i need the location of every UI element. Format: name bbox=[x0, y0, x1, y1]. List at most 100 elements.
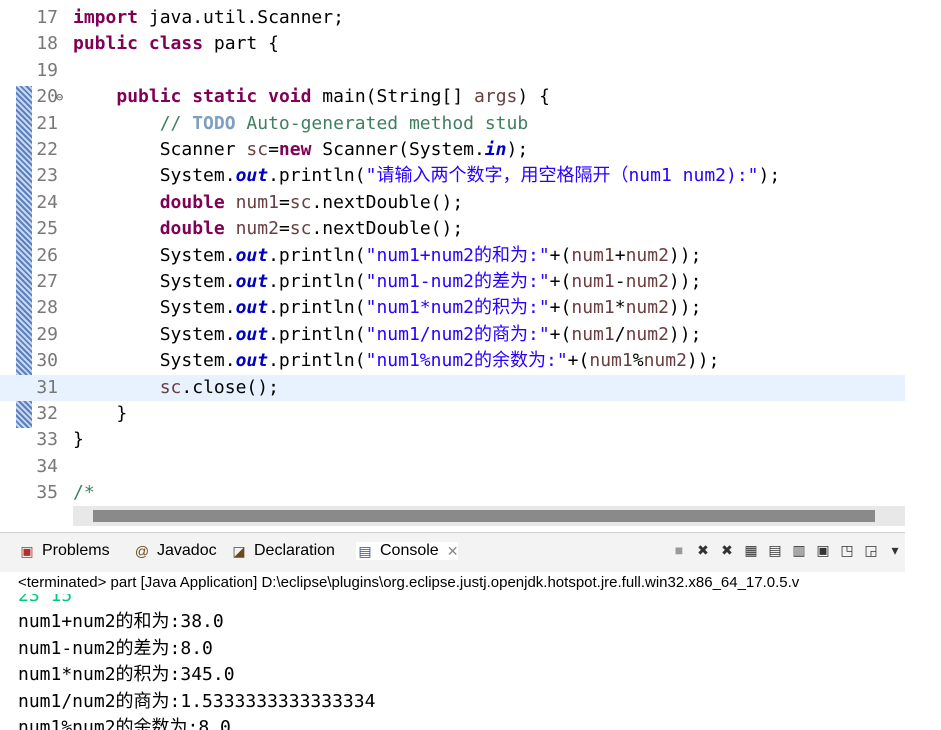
code-line[interactable]: 17 import java.util.Scanner; bbox=[0, 5, 905, 31]
code-line[interactable]: 35 /* bbox=[0, 480, 905, 506]
code-token: * bbox=[614, 297, 626, 319]
code-text[interactable]: sc.close(); bbox=[73, 375, 279, 401]
code-text[interactable]: System.out.println("num1/num2的商为:"+(num1… bbox=[73, 322, 702, 348]
tab-declaration[interactable]: ◪ Declaration bbox=[230, 542, 335, 560]
code-text[interactable]: public static void main(String[] args) { bbox=[73, 84, 550, 110]
code-line[interactable]: 18 public class part { bbox=[0, 31, 905, 57]
code-token: in bbox=[484, 139, 507, 160]
code-token: num1 bbox=[589, 350, 633, 372]
remove-all-terminated-icon[interactable]: ✖ bbox=[717, 539, 737, 561]
code-token: % bbox=[632, 350, 644, 372]
code-editor[interactable]: 17 import java.util.Scanner; 18 public clas… bbox=[0, 0, 905, 532]
code-text[interactable]: } bbox=[73, 427, 84, 453]
line-number: 35 bbox=[36, 482, 58, 504]
code-token: System. bbox=[73, 323, 236, 345]
code-line[interactable]: 32 } bbox=[0, 401, 905, 427]
console-output-line: num1+num2的和为:38.0 bbox=[18, 611, 224, 633]
code-token: "num1-num2的差为:" bbox=[365, 271, 550, 292]
code-text[interactable]: } bbox=[73, 401, 127, 427]
remove-launch-icon[interactable]: ✖ bbox=[693, 539, 713, 561]
code-line[interactable]: 25 double num2=sc.nextDouble(); bbox=[0, 216, 905, 242]
line-number: 27 bbox=[36, 271, 58, 292]
code-line[interactable]: 27 System.out.println("num1-num2的差为:"+(n… bbox=[0, 269, 905, 295]
tab-javadoc[interactable]: @ Javadoc bbox=[133, 542, 217, 560]
new-console-icon[interactable]: ▾ bbox=[885, 539, 905, 561]
code-text[interactable]: Scanner sc=new Scanner(System.in); bbox=[73, 137, 529, 163]
pin-console-icon[interactable]: ▣ bbox=[813, 539, 833, 561]
code-token: void bbox=[268, 86, 312, 108]
line-number: 29 bbox=[36, 323, 58, 345]
tab-label: Problems bbox=[42, 542, 110, 559]
scroll-lock-icon[interactable]: ▤ bbox=[765, 539, 785, 561]
code-text[interactable]: System.out.println("num1+num2的和为:"+(num1… bbox=[73, 243, 702, 269]
code-line[interactable]: 20 ⊖ public static void main(String[] arg… bbox=[0, 84, 905, 110]
javadoc-icon: @ bbox=[134, 543, 150, 559]
code-line[interactable]: 34 bbox=[0, 454, 905, 480]
code-line[interactable]: 33} bbox=[0, 427, 905, 453]
code-token: System. bbox=[73, 271, 236, 292]
line-number: 19 bbox=[36, 59, 58, 81]
code-token: // bbox=[159, 112, 193, 134]
open-console-icon[interactable]: ◲ bbox=[861, 539, 881, 561]
code-text[interactable]: System.out.println("num1-num2的差为:"+(num1… bbox=[73, 269, 702, 295]
code-text[interactable]: System.out.println("num1%num2的余数为:"+(num… bbox=[73, 348, 720, 374]
scrollbar-thumb[interactable] bbox=[93, 510, 875, 522]
line-number: 30 bbox=[36, 350, 58, 372]
line-number: 18 bbox=[36, 33, 58, 55]
console-output[interactable]: 23 15 num1+num2的和为:38.0 num1-num2的差为:8.0 nu… bbox=[0, 594, 905, 730]
code-token: Scanner bbox=[73, 139, 247, 160]
code-text[interactable]: public class part { bbox=[73, 31, 279, 57]
code-token: double bbox=[159, 191, 225, 213]
code-line[interactable]: 26 System.out.println("num1+num2的和为:"+(n… bbox=[0, 243, 905, 269]
code-token: )); bbox=[668, 323, 702, 345]
display-selected-console-icon[interactable]: ◳ bbox=[837, 539, 857, 561]
code-line[interactable]: 24 double num1=sc.nextDouble(); bbox=[0, 190, 905, 216]
code-line[interactable]: 28 System.out.println("num1*num2的积为:"+(n… bbox=[0, 295, 905, 321]
code-text[interactable]: System.out.println("请输入两个数字，用空格隔开（num1 n… bbox=[73, 163, 781, 189]
editor-horizontal-scrollbar[interactable] bbox=[73, 506, 905, 526]
word-wrap-icon[interactable]: ▥ bbox=[789, 539, 809, 561]
code-token: .println( bbox=[268, 244, 366, 266]
code-token: System. bbox=[73, 165, 236, 187]
code-text[interactable]: System.out.println("num1*num2的积为:"+(num1… bbox=[73, 295, 702, 321]
code-line[interactable]: 19 bbox=[0, 58, 905, 84]
code-text[interactable]: double num1=sc.nextDouble(); bbox=[73, 190, 463, 216]
line-number: 23 bbox=[36, 165, 58, 187]
fold-collapse-icon[interactable]: ⊖ bbox=[56, 84, 63, 110]
console-status-label: <terminated> part [Java Application] D:\… bbox=[0, 572, 905, 594]
close-tab-icon[interactable]: ✕ bbox=[447, 543, 459, 560]
line-number: 33 bbox=[36, 429, 58, 451]
terminate-icon[interactable]: ■ bbox=[669, 539, 689, 561]
tab-problems[interactable]: ▣ Problems bbox=[18, 542, 110, 560]
show-console-output-icon[interactable]: ▦ bbox=[741, 539, 761, 561]
code-token: sc bbox=[289, 191, 312, 213]
console-toolbar: ■ ✖ ✖ ▦ ▤ ▥ ▣ ◳ ◲ ▾ bbox=[669, 539, 905, 561]
code-line[interactable]: 30 System.out.println("num1%num2的余数为:"+(… bbox=[0, 348, 905, 374]
code-token: )); bbox=[686, 350, 720, 372]
code-token: "num1%num2的余数为:" bbox=[365, 350, 568, 372]
code-token: out bbox=[235, 271, 269, 292]
code-token: )); bbox=[668, 297, 702, 319]
code-token: = bbox=[278, 191, 290, 213]
code-text[interactable]: double num2=sc.nextDouble(); bbox=[73, 216, 463, 242]
line-number: 20 bbox=[36, 86, 58, 108]
code-token: "num1/num2的商为:" bbox=[365, 323, 550, 345]
code-text[interactable]: // TODO Auto-generated method stub bbox=[73, 111, 528, 137]
code-line[interactable]: 21 // TODO Auto-generated method stub bbox=[0, 111, 905, 137]
code-line[interactable]: 23 System.out.println("请输入两个数字，用空格隔开（num… bbox=[0, 163, 905, 189]
code-line[interactable]: 31 sc.close(); bbox=[0, 374, 905, 401]
code-text[interactable]: /* bbox=[73, 480, 95, 506]
code-token: .println( bbox=[268, 165, 366, 187]
code-token: static bbox=[192, 86, 258, 108]
line-number: 24 bbox=[36, 191, 58, 213]
code-text[interactable]: import java.util.Scanner; bbox=[73, 5, 344, 31]
line-number: 34 bbox=[36, 455, 58, 477]
tab-console[interactable]: ▤ Console ✕ bbox=[356, 542, 459, 560]
code-line[interactable]: 29 System.out.println("num1/num2的商为:"+(n… bbox=[0, 322, 905, 348]
code-token: part { bbox=[203, 33, 279, 55]
code-line[interactable]: 22 Scanner sc=new Scanner(System.in); bbox=[0, 137, 905, 163]
problems-icon: ▣ bbox=[20, 543, 34, 559]
